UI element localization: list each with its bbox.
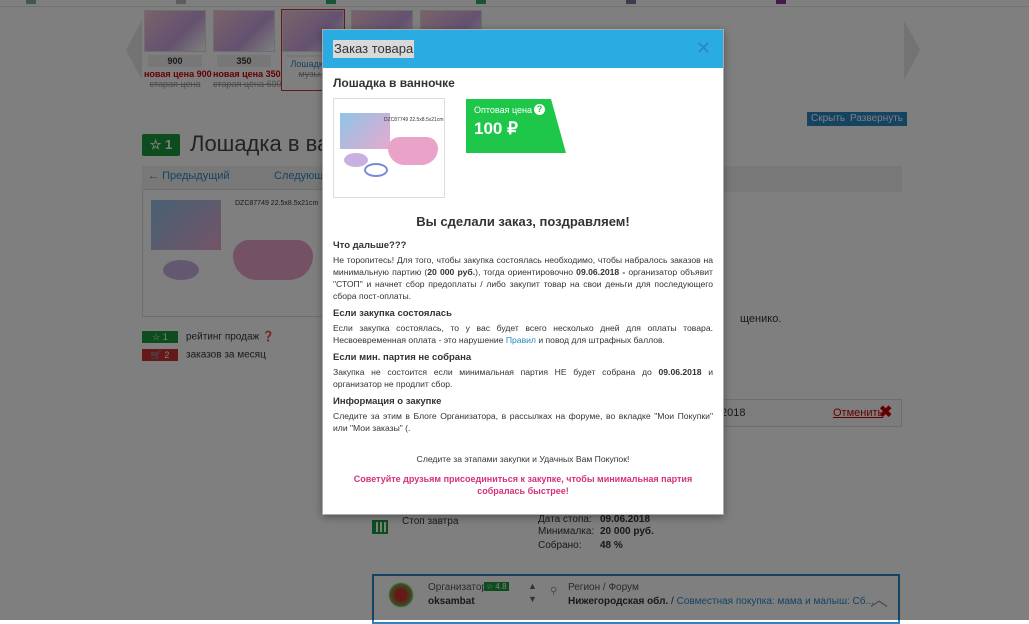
what-next-heading: Что дальше??? [333, 240, 407, 251]
fail-heading: Если мин. партия не собрана [333, 352, 472, 363]
price-label: Оптовая цена [474, 105, 532, 115]
modal-product-title: Лошадка в ванночке [333, 76, 455, 90]
modal-title: Заказ товара [333, 40, 415, 58]
modal-header: Заказ товара ✕ [323, 30, 723, 68]
order-modal: Заказ товара ✕ Лошадка в ванночке DZC877… [322, 29, 724, 515]
help-icon[interactable]: ? [534, 104, 545, 115]
modal-product-image: DZC87749 22.5x8.5x21cm [333, 98, 445, 198]
product-box-graphic [340, 113, 390, 149]
success-heading: Если закупка состоялась [333, 308, 452, 319]
product-bowl-graphic [344, 153, 368, 167]
rules-link[interactable]: Правил [506, 335, 536, 345]
congrats-heading: Вы сделали заказ, поздравляем! [416, 214, 630, 229]
advice-text: Советуйте друзьям присоединиться к закуп… [353, 474, 693, 496]
what-next-text: Не торопитесь! Для того, чтобы закупка с… [333, 255, 713, 301]
modal-image-label: DZC87749 22.5x8.5x21cm [384, 117, 444, 123]
product-tub-graphic [388, 137, 438, 165]
close-icon[interactable]: ✕ [696, 38, 711, 58]
wholesale-price-tag: Оптовая цена ? 100 ₽ [466, 99, 566, 153]
fail-text: Закупка не состоится если минимальная па… [333, 367, 713, 389]
info-heading: Информация о закупке [333, 396, 442, 407]
follow-text: Следите за этапами закупки и Удачных Вам… [416, 454, 630, 464]
product-ring-graphic [364, 163, 388, 177]
success-text: Если закупка состоялась, то у вас будет … [333, 323, 713, 345]
info-text: Следите за этим в Блоге Организатора, в … [333, 411, 713, 433]
price-value: 100 ₽ [474, 119, 518, 138]
